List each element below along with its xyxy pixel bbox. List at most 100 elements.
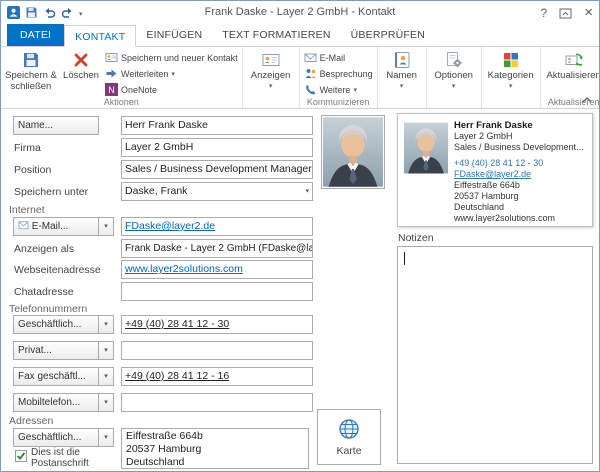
tab-kontakt[interactable]: KONTAKT [64,25,136,47]
webpage-label: Webseitenadresse [14,262,101,278]
chevron-down-icon: ▾ [452,83,456,90]
window-controls: ? × [541,1,593,25]
phone-business-dropdown[interactable]: ▾ [99,315,114,334]
phone-business-button[interactable]: Geschäftlich... [13,315,99,334]
collapse-ribbon-icon[interactable] [582,95,592,104]
phone-home-field[interactable] [121,341,313,360]
email-dropdown[interactable]: ▾ [99,217,114,236]
name-field[interactable]: Herr Frank Daske [121,116,313,135]
delete-icon [71,50,91,70]
phone-home-button[interactable]: Privat... [13,341,99,360]
save-close-button[interactable]: Speichern & schließen [3,48,59,92]
email-icon [18,221,29,230]
anzeigen-button[interactable]: Anzeigen ▾ [245,48,297,90]
card-company: Layer 2 GmbH [454,131,588,142]
address-book-icon [392,50,412,70]
onenote-button[interactable]: N OneNote [103,82,240,97]
options-gear-icon [444,50,464,70]
outlook-contact-window: ▾ Frank Daske - Layer 2 GmbH - Kontakt ?… [0,0,600,472]
notes-textarea[interactable] [397,246,593,464]
card-country: Deutschland [454,202,588,213]
svg-text:N: N [108,85,115,95]
ribbon-tabs: DATEI KONTAKT EINFÜGEN TEXT FORMATIEREN … [1,25,599,47]
besprechung-button[interactable]: Besprechung [302,66,375,81]
display-as-field[interactable]: Frank Daske - Layer 2 GmbH (FDaske@layer… [121,239,313,258]
webpage-field[interactable]: www.layer2solutions.com [121,260,313,279]
tab-datei[interactable]: DATEI [7,24,64,46]
forward-button[interactable]: Weiterleiten ▾ [103,66,240,81]
mailing-address-checkbox[interactable] [15,450,27,462]
notes-label: Notizen [398,230,434,246]
quick-access-toolbar: ▾ [7,6,83,19]
phone-fax-dropdown[interactable]: ▾ [99,367,114,386]
email-button[interactable]: E-Mail [302,50,375,65]
map-button[interactable]: Karte [317,409,381,465]
position-field[interactable]: Sales / Business Development Manager [121,160,313,179]
file-as-combobox[interactable]: Daske, Frank ▾ [121,182,313,201]
ribbon-display-options-icon[interactable] [559,8,572,19]
window-title: Frank Daske - Layer 2 GmbH - Kontakt [91,6,509,18]
close-button[interactable]: × [584,6,593,20]
phone-fax-field[interactable]: +49 (40) 28 41 12 - 16 [121,367,313,386]
phone-mobile-dropdown[interactable]: ▾ [99,393,114,412]
name-button[interactable]: Name... [13,116,99,135]
tab-einfuegen[interactable]: EINFÜGEN [136,24,212,46]
email-field[interactable]: FDaske@layer2.de [121,217,313,236]
aktualisieren-button[interactable]: Aktualisieren [543,48,599,82]
group-kategorien: Kategorien ▾ [482,47,541,108]
save-icon[interactable] [25,6,38,19]
group-label-kommunizieren: Kommunizieren [300,97,377,107]
email-icon [304,51,317,64]
address-business-dropdown[interactable]: ▾ [99,428,114,447]
qat-customize-icon[interactable]: ▾ [79,8,83,18]
save-new-contact-button[interactable]: Speichern und neuer Kontakt [103,50,240,65]
im-address-label: Chatadresse [14,284,74,300]
optionen-button[interactable]: Optionen ▾ [429,48,479,90]
display-as-label: Anzeigen als [14,241,74,257]
mailing-address-checkbox-label: Dies ist die Postanschrift [31,447,97,469]
contact-photo[interactable] [321,115,385,189]
globe-icon [338,418,360,440]
undo-icon[interactable] [43,6,56,19]
tab-ueberpruefen[interactable]: ÜBERPRÜFEN [341,24,435,46]
phone-business-field[interactable]: +49 (40) 28 41 12 - 30 [121,315,313,334]
phone-fax-button[interactable]: Fax geschäftl... [13,367,99,386]
group-namen: Namen ▾ [378,47,427,108]
meeting-people-icon [304,67,317,80]
kategorien-button[interactable]: Kategorien ▾ [484,48,538,90]
card-name: Herr Frank Daske [454,120,588,131]
onenote-icon: N [105,83,118,96]
business-card-icon [261,50,281,70]
addresses-section-label: Adressen [9,413,53,429]
card-street: Eiffestraße 664b [454,180,588,191]
help-button[interactable]: ? [541,6,548,20]
weitere-button[interactable]: Weitere ▾ [302,82,375,97]
im-address-field[interactable] [121,282,313,301]
phone-mobile-button[interactable]: Mobiltelefon... [13,393,99,412]
group-optionen: Optionen ▾ [427,47,482,108]
chevron-down-icon[interactable]: ▾ [305,183,309,201]
delete-button[interactable]: Löschen [59,48,103,82]
save-new-contact-icon [105,51,118,64]
chevron-down-icon: ▾ [353,86,357,94]
group-label-aktionen: Aktionen [1,97,242,107]
phone-mobile-field[interactable] [121,393,313,412]
redo-icon[interactable] [61,6,74,19]
business-card-preview: Herr Frank Daske Layer 2 GmbH Sales / Bu… [397,113,593,227]
email-button[interactable]: E-Mail... [13,217,99,236]
phone-home-dropdown[interactable]: ▾ [99,341,114,360]
chevron-down-icon: ▾ [171,70,175,78]
tab-text-formatieren[interactable]: TEXT FORMATIEREN [212,24,340,46]
company-field[interactable]: Layer 2 GmbH [121,138,313,157]
namen-button[interactable]: Namen ▾ [380,48,424,90]
card-phone: +49 (40) 28 41 12 - 30 [454,158,588,169]
business-card-text: Herr Frank Daske Layer 2 GmbH Sales / Bu… [454,120,588,224]
phone-icon [304,83,317,96]
address-business-button[interactable]: Geschäftlich... [13,428,99,447]
text-cursor [404,252,405,265]
card-city: 20537 Hamburg [454,191,588,202]
ribbon: Speichern & schließen Löschen Speichern … [1,47,599,109]
card-web: www.layer2solutions.com [454,213,588,224]
group-anzeigen: Anzeigen ▾ [243,47,300,108]
address-textarea[interactable]: Eiffestraße 664b 20537 Hamburg Deutschla… [121,428,309,469]
